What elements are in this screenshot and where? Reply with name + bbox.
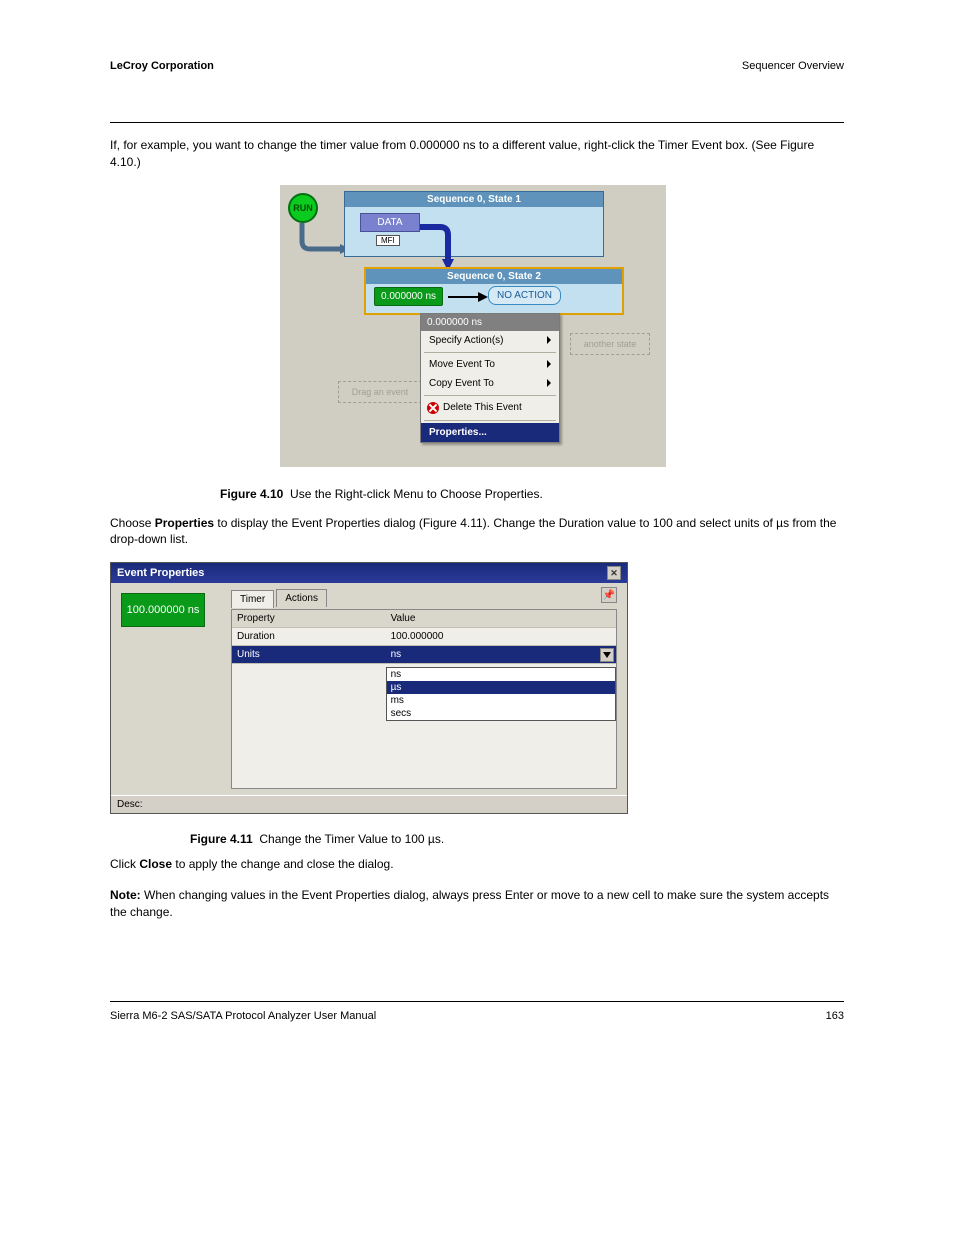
row-duration[interactable]: Duration 100.000000 <box>232 628 616 646</box>
intro-paragraph: If, for example, you want to change the … <box>110 137 844 171</box>
footer-doc-title: Sierra M6-2 SAS/SATA Protocol Analyzer U… <box>110 1010 376 1022</box>
properties-panel: Property Value Duration 100.000000 Units… <box>231 609 617 789</box>
dd-item-secs[interactable]: secs <box>387 707 615 720</box>
doc-section: Sequencer Overview <box>742 60 844 72</box>
time-badge[interactable]: 100.000000 ns <box>121 593 205 627</box>
col-value: Value <box>386 610 616 628</box>
figure-1: RUN Sequence 0, State 1 DATA MFI Sequenc… <box>280 185 666 467</box>
units-value[interactable]: ns <box>386 646 616 664</box>
event-properties-dialog: Event Properties ✕ 100.000000 ns 📌 Timer… <box>110 562 628 814</box>
menu-specify-label: Specify Action(s) <box>429 335 503 346</box>
time-arrow <box>448 291 488 303</box>
run-arrow-path <box>292 223 352 263</box>
duration-label: Duration <box>232 628 386 646</box>
dropdown-button[interactable] <box>600 648 614 662</box>
menu-separator <box>424 352 556 353</box>
chevron-right-icon <box>547 360 551 368</box>
data-chip[interactable]: DATA <box>360 213 420 232</box>
ghost-another-state: another state <box>570 333 650 355</box>
dd-item-us[interactable]: µs <box>387 681 615 694</box>
step-close: Click Close to apply the change and clos… <box>110 856 844 873</box>
chevron-right-icon <box>547 336 551 344</box>
run-badge[interactable]: RUN <box>288 193 318 223</box>
between-paragraph: Choose Properties to display the Event P… <box>110 515 844 549</box>
dd-item-ms[interactable]: ms <box>387 694 615 707</box>
figure-1-caption: Figure 4.10 Use the Right-click Menu to … <box>220 487 844 501</box>
dialog-desc-bar: Desc: <box>111 795 627 813</box>
data-arrow <box>420 219 480 273</box>
dialog-left-panel: 100.000000 ns <box>111 583 231 793</box>
units-label: Units <box>232 646 386 664</box>
context-menu: 0.000000 ns Specify Action(s) Move Event… <box>420 313 560 443</box>
dialog-title: Event Properties <box>117 567 204 579</box>
menu-properties[interactable]: Properties... <box>421 423 559 442</box>
header-rule <box>110 122 844 123</box>
tabs: Timer Actions <box>231 589 617 607</box>
delete-icon <box>427 402 439 414</box>
dialog-titlebar[interactable]: Event Properties ✕ <box>111 563 627 583</box>
col-property: Property <box>232 610 386 628</box>
grid-header-row: Property Value <box>232 610 616 628</box>
duration-value[interactable]: 100.000000 <box>386 628 616 646</box>
menu-delete-event[interactable]: Delete This Event <box>421 398 559 418</box>
note-paragraph: Note: When changing values in the Event … <box>110 887 844 921</box>
menu-move-event[interactable]: Move Event To <box>421 355 559 374</box>
ghost-drag-event: Drag an event <box>338 381 422 403</box>
context-menu-title: 0.000000 ns <box>421 314 559 331</box>
close-icon[interactable]: ✕ <box>607 566 621 580</box>
footer-rule <box>110 1001 844 1002</box>
menu-specify-actions[interactable]: Specify Action(s) <box>421 331 559 350</box>
chevron-down-icon <box>603 652 611 658</box>
units-dropdown-list: ns µs ms secs <box>386 667 616 721</box>
tab-actions[interactable]: Actions <box>276 589 327 607</box>
state-2-title: Sequence 0, State 2 <box>366 269 622 284</box>
menu-separator <box>424 395 556 396</box>
chevron-right-icon <box>547 379 551 387</box>
menu-separator <box>424 420 556 421</box>
pin-icon[interactable]: 📌 <box>601 587 617 603</box>
dd-item-ns[interactable]: ns <box>387 668 615 681</box>
page-number: 163 <box>826 1010 844 1022</box>
menu-properties-label: Properties... <box>429 427 487 438</box>
mfi-chip[interactable]: MFI <box>376 235 400 246</box>
menu-copy-label: Copy Event To <box>429 378 494 389</box>
figure-2-caption: Figure 4.11 Change the Timer Value to 10… <box>190 832 844 846</box>
no-action-chip[interactable]: NO ACTION <box>488 286 561 305</box>
menu-delete-label: Delete This Event <box>443 402 522 413</box>
menu-copy-event[interactable]: Copy Event To <box>421 374 559 393</box>
timer-event-box[interactable]: 0.000000 ns <box>374 287 443 306</box>
state-1-title: Sequence 0, State 1 <box>345 192 603 207</box>
row-units[interactable]: Units ns <box>232 646 616 664</box>
tab-timer[interactable]: Timer <box>231 590 274 608</box>
doc-company: LeCroy Corporation <box>110 60 214 72</box>
dialog-right-panel: 📌 Timer Actions Property Value Duration … <box>231 583 627 793</box>
menu-move-label: Move Event To <box>429 359 495 370</box>
